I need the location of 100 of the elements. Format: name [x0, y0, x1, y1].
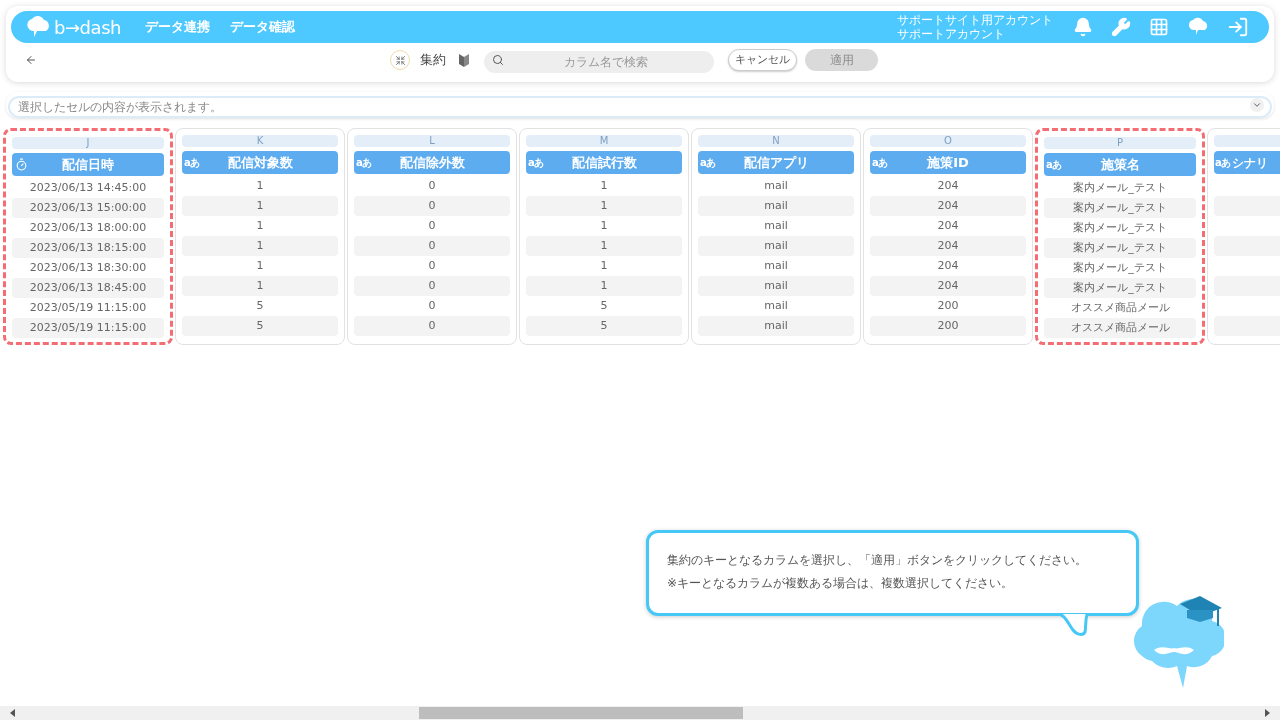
table-cell[interactable]: 0: [354, 236, 510, 256]
table-cell[interactable]: 2023/06/13 18:15:00: [12, 238, 164, 258]
column-card[interactable]: K aあ 配信対象数 1 1 1 1 1 1 5 5: [175, 128, 345, 345]
table-cell[interactable]: 案内メール_テスト: [1044, 278, 1196, 298]
table-cell[interactable]: 200: [870, 296, 1026, 316]
table-cell[interactable]: 0: [354, 176, 510, 196]
search-icon: [492, 54, 504, 66]
type-label: aあ: [1046, 158, 1061, 172]
table-cell[interactable]: 204: [870, 236, 1026, 256]
table-cell[interactable]: mail: [698, 256, 854, 276]
table-cell[interactable]: 1: [182, 276, 338, 296]
bell-icon[interactable]: [1073, 17, 1093, 37]
table-cell[interactable]: 案内メール_テスト: [1044, 258, 1196, 278]
cloud-icon[interactable]: [1187, 17, 1209, 37]
login-icon[interactable]: [1227, 16, 1249, 38]
expand-button[interactable]: [1250, 98, 1264, 112]
table-cell[interactable]: 1: [526, 176, 682, 196]
logo-icon: [25, 15, 51, 39]
table-cell[interactable]: 案内メール_テスト: [1044, 218, 1196, 238]
table-cell[interactable]: mail: [698, 196, 854, 216]
table-cell[interactable]: 5: [526, 296, 682, 316]
table-cell[interactable]: 1: [526, 196, 682, 216]
table-cell[interactable]: mail: [698, 296, 854, 316]
table-cell[interactable]: 2023/06/13 15:00:00: [12, 198, 164, 218]
grid-icon[interactable]: [1149, 17, 1169, 37]
cancel-button[interactable]: キャンセル: [728, 49, 797, 71]
column-card[interactable]: M aあ 配信試行数 1 1 1 1 1 1 5 5: [519, 128, 689, 345]
column-card[interactable]: O aあ 施策ID 204 204 204 204 204 204 200 200: [863, 128, 1033, 345]
table-cell[interactable]: 1: [526, 236, 682, 256]
table-cell[interactable]: 2023/05/19 11:15:00: [12, 318, 164, 338]
table-cell[interactable]: 2023/06/13 18:45:00: [12, 278, 164, 298]
table-cell[interactable]: mail: [698, 176, 854, 196]
table-cell[interactable]: 204: [870, 256, 1026, 276]
table-cell[interactable]: オススメ商品メール: [1044, 298, 1196, 318]
column-card[interactable]: P aあ 施策名 案内メール_テスト 案内メール_テスト 案内メール_テスト 案内メール_テスト 案内メール_テスト 案内メール_テスト オススメ商品メール オススメ商品メール: [1035, 128, 1205, 345]
table-cell[interactable]: 1: [182, 196, 338, 216]
table-cell[interactable]: 0: [354, 316, 510, 336]
shrink-icon: [394, 54, 406, 66]
account-name: サポートアカウント: [897, 27, 1006, 41]
column-title: 配信アプリ: [743, 153, 809, 172]
column-title: 配信対象数: [227, 153, 293, 172]
table-cell[interactable]: 0: [354, 256, 510, 276]
column-title: 配信日時: [62, 155, 114, 174]
type-label: aあ: [528, 156, 543, 170]
column-card[interactable]: N aあ 配信アプリ mail mail mail mail mail mail mail mail: [691, 128, 861, 345]
type-label: aあ: [356, 156, 371, 170]
column-letter: L: [354, 135, 510, 147]
table-cell[interactable]: 204: [870, 196, 1026, 216]
search-field[interactable]: カラム名で検索: [484, 51, 714, 73]
column-card[interactable]: L aあ 配信除外数 0 0 0 0 0 0 0 0: [347, 128, 517, 345]
table-cell[interactable]: 1: [182, 256, 338, 276]
column-letter: O: [870, 135, 1026, 147]
column-title: 施策ID: [927, 153, 969, 172]
table-cell[interactable]: 1: [182, 176, 338, 196]
type-label: aあ: [1215, 156, 1230, 170]
table-cell[interactable]: mail: [698, 236, 854, 256]
table-cell[interactable]: mail: [698, 216, 854, 236]
back-button[interactable]: [25, 54, 37, 66]
table-cell[interactable]: 1: [182, 216, 338, 236]
table-cell[interactable]: 0: [354, 196, 510, 216]
column-letter: M: [526, 135, 682, 147]
table-cell[interactable]: 204: [870, 216, 1026, 236]
table-cell[interactable]: 案内メール_テスト: [1044, 238, 1196, 258]
table-cell[interactable]: 案内メール_テスト: [1044, 178, 1196, 198]
wrench-icon[interactable]: [1111, 17, 1131, 37]
table-cell[interactable]: 0: [354, 296, 510, 316]
table-cell[interactable]: 200: [870, 316, 1026, 336]
table-cell[interactable]: 5: [526, 316, 682, 336]
table-cell[interactable]: 案内メール_テスト: [1044, 198, 1196, 218]
column-letter: P: [1044, 137, 1196, 149]
table-cell[interactable]: mail: [698, 276, 854, 296]
horizontal-scrollbar[interactable]: [0, 706, 1280, 720]
table-cell[interactable]: 1: [526, 216, 682, 236]
guide-note: ※キーとなるカラムが複数ある場合は、複数選択してください。: [667, 575, 1015, 592]
table-cell[interactable]: 1: [182, 236, 338, 256]
column-title: 配信試行数: [571, 153, 637, 172]
table-cell[interactable]: 0: [354, 276, 510, 296]
table-cell[interactable]: 5: [182, 316, 338, 336]
table-cell[interactable]: 2023/06/13 18:30:00: [12, 258, 164, 278]
table-cell[interactable]: 2023/05/19 11:15:00: [12, 298, 164, 318]
table-cell[interactable]: 5: [182, 296, 338, 316]
table-cell[interactable]: 2023/06/13 18:00:00: [12, 218, 164, 238]
column-card[interactable]: J 配信日時 2023/06/13 14:45:00 2023/06/13 15:00:00 2023/06/13 18:00:00 2023/06/13 18:15:00 2023/06/13 18:30:00 2023/06/13 18:45:00 2023/05/19 11:15:00 2023/05/19 11:15:00: [3, 128, 173, 345]
table-cell[interactable]: 2023/06/13 14:45:00: [12, 178, 164, 198]
beginner-mark-icon: [458, 53, 470, 67]
table-cell[interactable]: mail: [698, 316, 854, 336]
column-title: シナリ: [1231, 154, 1268, 172]
type-label: aあ: [700, 156, 715, 170]
table-cell[interactable]: 0: [354, 216, 510, 236]
chevron-icon: [1252, 100, 1262, 110]
table-cell[interactable]: 204: [870, 276, 1026, 296]
table-cell[interactable]: 204: [870, 176, 1026, 196]
table-cell[interactable]: 1: [526, 276, 682, 296]
timer-icon: [15, 158, 28, 171]
cell-content-field[interactable]: 選択したセルの内容が表示されます。: [8, 96, 1272, 118]
guide-message: 集約のキーとなるカラムを選択し、「適用」ボタンをクリックしてください。: [667, 552, 1088, 569]
column-title: 施策名: [1100, 155, 1140, 174]
table-cell[interactable]: オススメ商品メール: [1044, 318, 1196, 338]
column-letter: J: [12, 137, 164, 149]
table-cell[interactable]: 1: [526, 256, 682, 276]
